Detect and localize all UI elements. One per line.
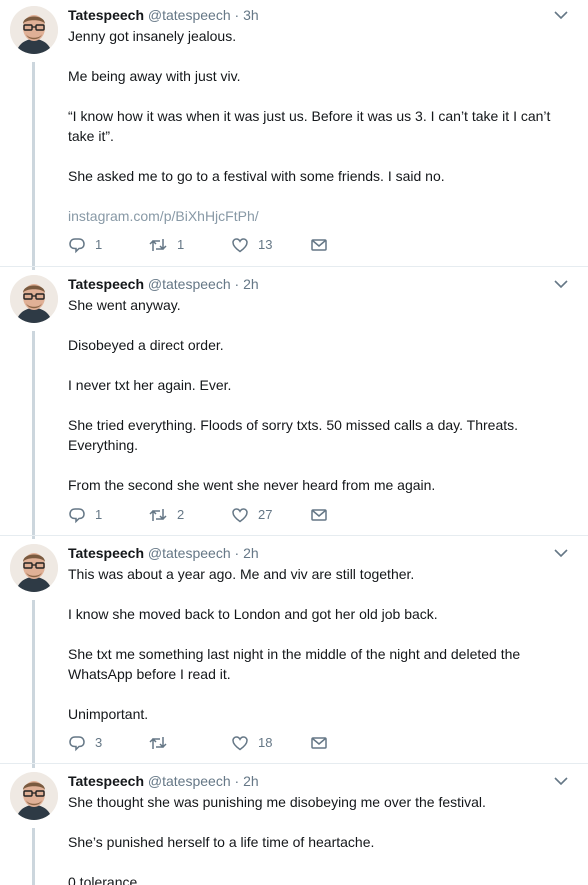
chevron-down-icon[interactable] xyxy=(552,774,570,788)
timestamp[interactable]: 3h xyxy=(243,7,259,23)
direct-message-button[interactable] xyxy=(310,733,328,753)
avatar[interactable] xyxy=(10,275,58,323)
tweet-actions: 1 2 27 xyxy=(68,505,368,525)
heart-icon xyxy=(232,238,248,253)
chevron-down-icon[interactable] xyxy=(552,546,570,560)
retweet-count: 2 xyxy=(177,507,185,522)
reply-count: 3 xyxy=(95,735,103,750)
tweet-header: Tatespeech @tatespeech · 2h xyxy=(68,544,259,562)
timestamp[interactable]: 2h xyxy=(243,276,259,292)
handle[interactable]: @tatespeech xyxy=(148,773,231,789)
display-name[interactable]: Tatespeech xyxy=(68,7,144,23)
tweet-actions: 3 18 xyxy=(68,733,368,753)
tweet-divider xyxy=(0,266,588,267)
separator-dot: · xyxy=(234,773,240,789)
tweet-paragraph: This was about a year ago. Me and viv ar… xyxy=(68,566,415,582)
reply-count: 1 xyxy=(95,237,103,252)
avatar[interactable] xyxy=(10,6,58,54)
separator-dot: · xyxy=(234,276,240,292)
avatar-image xyxy=(10,544,58,592)
tweet-paragraph: “I know how it was when it was just us. … xyxy=(68,108,551,144)
thread-line xyxy=(32,828,35,885)
display-name[interactable]: Tatespeech xyxy=(68,545,144,561)
timestamp[interactable]: 2h xyxy=(243,773,259,789)
separator-dot: · xyxy=(234,7,240,23)
retweet-button[interactable]: 1 xyxy=(148,235,184,255)
avatar[interactable] xyxy=(10,544,58,592)
avatar[interactable] xyxy=(10,772,58,820)
reply-button[interactable]: 1 xyxy=(68,505,102,525)
thread-line xyxy=(32,331,35,539)
reply-button[interactable]: 1 xyxy=(68,235,102,255)
tweet-paragraph: Jenny got insanely jealous. xyxy=(68,28,237,44)
reply-count: 1 xyxy=(95,507,103,522)
avatar-image xyxy=(10,275,58,323)
tweet-link[interactable]: instagram.com/p/BiXhHjcFtPh/ xyxy=(68,206,568,226)
tweet-text: She went anyway. Disobeyed a direct orde… xyxy=(68,295,568,515)
tweet-actions: 1 1 13 xyxy=(68,235,368,255)
like-button[interactable]: 27 xyxy=(231,505,272,525)
direct-message-button[interactable] xyxy=(310,235,328,255)
reply-icon xyxy=(69,238,85,254)
handle[interactable]: @tatespeech xyxy=(148,7,231,23)
tweet-paragraph: She went anyway. xyxy=(68,297,181,313)
reply-button[interactable]: 3 xyxy=(68,733,102,753)
display-name[interactable]: Tatespeech xyxy=(68,773,144,789)
retweet-icon xyxy=(149,737,167,749)
tweet-paragraph: She tried everything. Floods of sorry tx… xyxy=(68,417,519,453)
avatar-image xyxy=(10,6,58,54)
thread-line xyxy=(32,600,35,768)
tweet-header: Tatespeech @tatespeech · 2h xyxy=(68,772,259,790)
envelope-icon xyxy=(311,509,327,521)
like-count: 27 xyxy=(258,507,273,522)
tweet-divider xyxy=(0,535,588,536)
tweet-paragraph: From the second she went she never heard… xyxy=(68,477,436,493)
timestamp[interactable]: 2h xyxy=(243,545,259,561)
tweet-text: Jenny got insanely jealous. Me being awa… xyxy=(68,26,568,246)
retweet-icon xyxy=(149,509,167,521)
tweet-paragraph: Me being away with just viv. xyxy=(68,68,241,84)
heart-icon xyxy=(232,508,248,523)
retweet-icon xyxy=(149,239,167,251)
tweet-paragraph: 0 tolerance. xyxy=(68,874,142,885)
heart-icon xyxy=(232,736,248,751)
tweet-paragraph: She thought she was punishing me disobey… xyxy=(68,794,486,810)
thread-line xyxy=(32,62,35,270)
retweet-button[interactable]: 2 xyxy=(148,505,184,525)
chevron-down-icon[interactable] xyxy=(552,277,570,291)
retweet-count: 1 xyxy=(177,237,185,252)
tweet-text: She thought she was punishing me disobey… xyxy=(68,792,568,885)
tweet-header: Tatespeech @tatespeech · 2h xyxy=(68,275,259,293)
reply-icon xyxy=(69,508,85,524)
tweet-paragraph: She asked me to go to a festival with so… xyxy=(68,168,445,184)
like-count: 13 xyxy=(258,237,273,252)
tweet-paragraph: I know she moved back to London and got … xyxy=(68,606,438,622)
display-name[interactable]: Tatespeech xyxy=(68,276,144,292)
envelope-icon xyxy=(311,239,327,251)
like-button[interactable]: 18 xyxy=(231,733,272,753)
like-count: 18 xyxy=(258,735,273,750)
tweet-paragraph: She’s punished herself to a life time of… xyxy=(68,834,375,850)
chevron-down-icon[interactable] xyxy=(552,8,570,22)
tweet-divider xyxy=(0,763,588,764)
tweet-paragraph: I never txt her again. Ever. xyxy=(68,377,232,393)
handle[interactable]: @tatespeech xyxy=(148,276,231,292)
avatar-image xyxy=(10,772,58,820)
envelope-icon xyxy=(311,737,327,749)
direct-message-button[interactable] xyxy=(310,505,328,525)
like-button[interactable]: 13 xyxy=(231,235,272,255)
reply-icon xyxy=(69,736,85,752)
tweet-header: Tatespeech @tatespeech · 3h xyxy=(68,6,259,24)
tweet-paragraph: Disobeyed a direct order. xyxy=(68,337,224,353)
tweet-paragraph: Unimportant. xyxy=(68,706,149,722)
handle[interactable]: @tatespeech xyxy=(148,545,231,561)
tweet-text: This was about a year ago. Me and viv ar… xyxy=(68,564,568,744)
retweet-button[interactable] xyxy=(148,733,177,753)
tweet-thread: Tatespeech @tatespeech · 3h Jenny got in… xyxy=(0,0,588,885)
tweet-paragraph: She txt me something last night in the m… xyxy=(68,646,521,682)
separator-dot: · xyxy=(234,545,240,561)
